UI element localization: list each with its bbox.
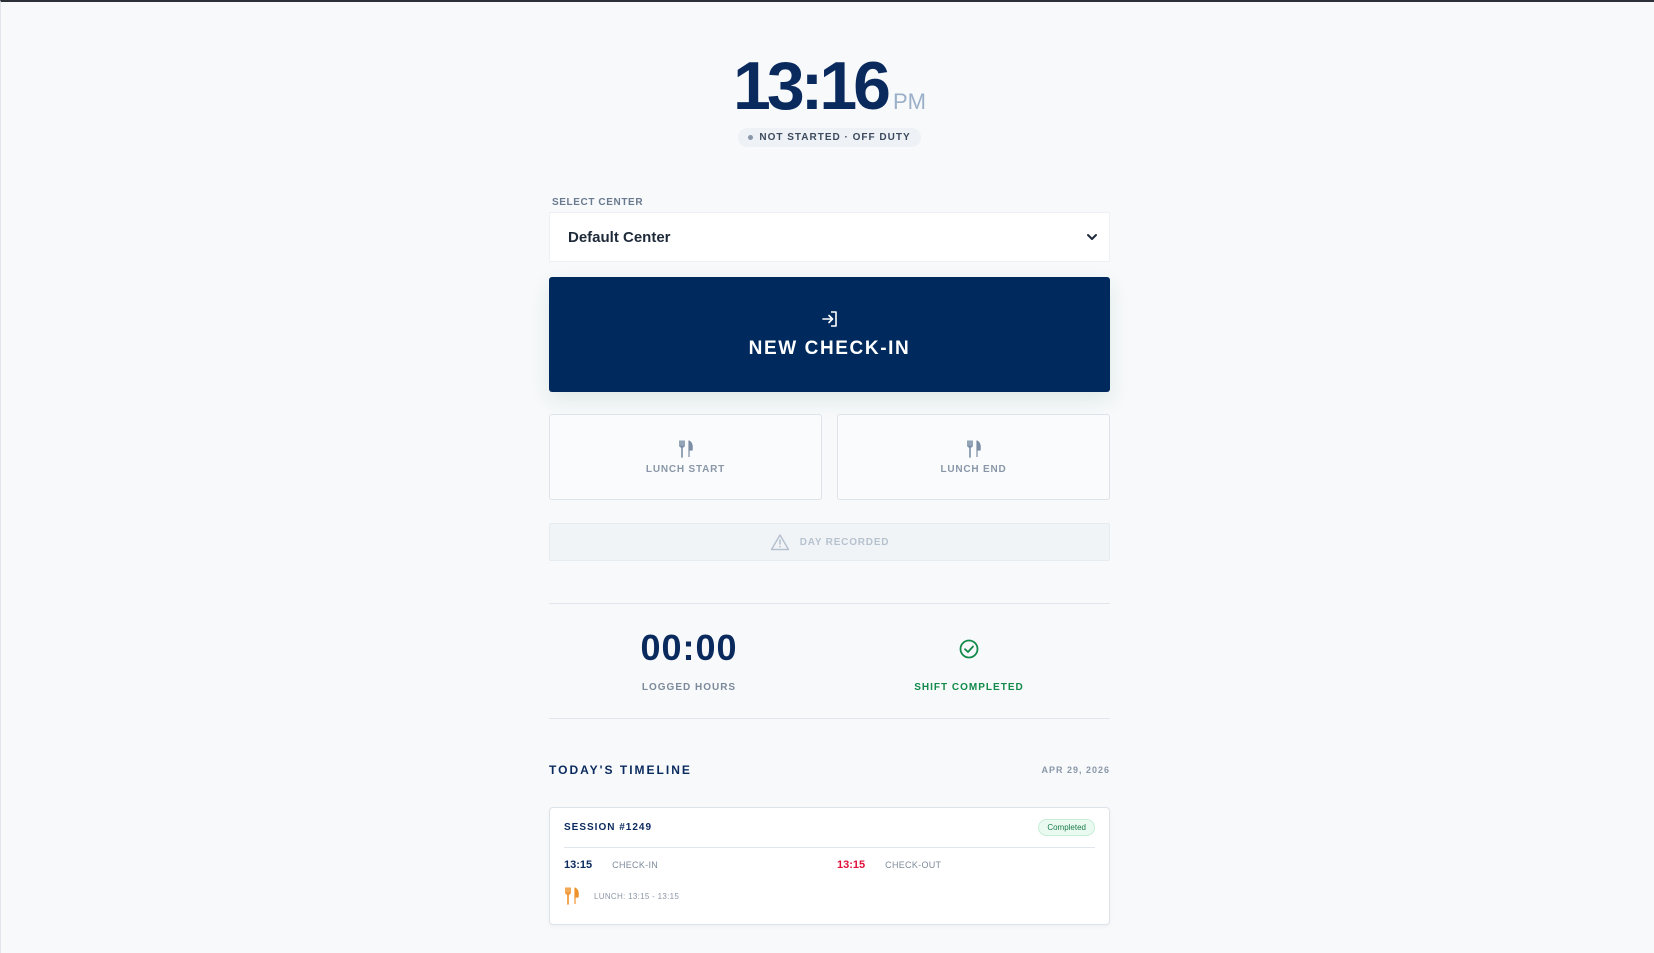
check-out-time: 13:15 (837, 859, 866, 871)
login-icon (821, 310, 837, 327)
clock-display: 13:16 PM (549, 52, 1110, 120)
shift-status-stat: SHIFT COMPLETED (829, 630, 1109, 693)
lunch-start-button[interactable]: LUNCH START (549, 414, 822, 500)
fork-knife-icon (678, 439, 693, 458)
check-in-label: CHECK-IN (612, 860, 659, 870)
day-recorded-label: DAY RECORDED (799, 536, 890, 548)
check-out-label: CHECK-OUT (885, 860, 942, 870)
lunch-start-label: LUNCH START (645, 463, 726, 475)
session-card: SESSION #1249 Completed 13:15 CHECK-IN 1… (549, 807, 1110, 925)
select-center-label: SELECT CENTER (552, 197, 644, 208)
divider (549, 603, 1110, 604)
shift-completed-label: SHIFT COMPLETED (914, 682, 1024, 693)
chevron-down-icon (1087, 234, 1097, 240)
app-window: 13:16 PM NOT STARTED · OFF DUTY SELECT C… (0, 0, 1654, 953)
center-select-value: Default Center (568, 228, 671, 246)
session-id: SESSION #1249 (564, 822, 653, 833)
lunch-end-label: LUNCH END (940, 463, 1007, 475)
divider (549, 718, 1110, 719)
timeline-date: APR 29, 2026 (1041, 765, 1110, 775)
lunch-duration: LUNCH: 13:15 - 13:15 (594, 891, 680, 901)
check-out-row: 13:15 CHECK-OUT (837, 859, 941, 871)
logged-hours-value: 00:00 (640, 627, 738, 668)
session-header: SESSION #1249 Completed (564, 808, 1095, 848)
clock-section: 13:16 PM NOT STARTED · OFF DUTY (549, 52, 1110, 147)
new-check-in-label: NEW CHECK-IN (748, 337, 911, 359)
check-in-time: 13:15 (564, 859, 593, 871)
shift-status-icon-wrap (829, 630, 1109, 666)
fork-knife-icon (565, 887, 579, 905)
lunch-end-button[interactable]: LUNCH END (837, 414, 1110, 500)
check-in-row: 13:15 CHECK-IN (564, 859, 658, 871)
warning-triangle-icon (770, 534, 789, 551)
center-select[interactable]: Default Center (549, 212, 1110, 262)
day-recorded-button: DAY RECORDED (549, 523, 1110, 561)
status-dot (748, 135, 754, 140)
status-badge: NOT STARTED · OFF DUTY (738, 128, 921, 147)
new-check-in-button[interactable]: NEW CHECK-IN (549, 277, 1110, 392)
status-badge: Completed (1038, 819, 1095, 836)
check-circle-icon (959, 639, 979, 659)
am-pm-indicator: PM (892, 89, 926, 114)
current-time: 13:16 (733, 48, 891, 124)
logged-hours-label: LOGGED HOURS (641, 682, 737, 693)
timeline-title: TODAY'S TIMELINE (549, 763, 692, 777)
lunch-row: LUNCH: 13:15 - 13:15 (564, 886, 679, 906)
logged-hours-stat: 00:00 LOGGED HOURS (549, 627, 829, 694)
status-text: NOT STARTED · OFF DUTY (759, 132, 911, 143)
fork-knife-icon (966, 439, 981, 458)
